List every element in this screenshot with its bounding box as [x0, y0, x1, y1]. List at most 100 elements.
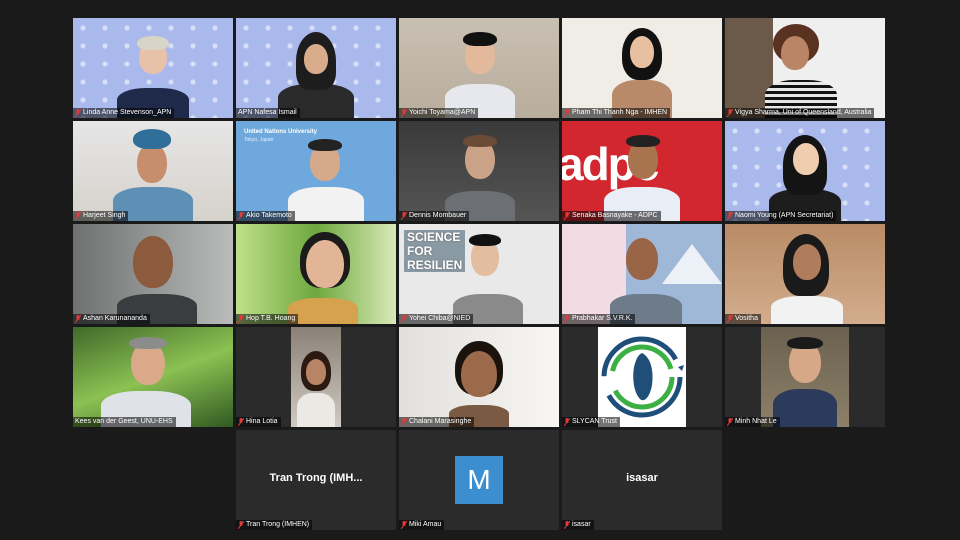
participant-name: Linda Anne Stevenson_APN — [83, 109, 172, 116]
participant-hair — [463, 32, 497, 46]
participant-name-label: Pham Thi Thanh Nga - IMHEN — [562, 108, 671, 118]
participant-name: Akio Takemoto — [246, 212, 292, 219]
participant-tile[interactable]: Pham Thi Thanh Nga - IMHEN — [562, 18, 722, 118]
muted-mic-icon — [564, 521, 570, 529]
participant-hair — [469, 234, 501, 246]
muted-mic-icon — [401, 212, 407, 220]
participant-name: Kees van der Geest, UNU-EHS — [75, 418, 173, 425]
participant-tile-video-off[interactable]: Tran Trong (IMH... Tran Trong (IMHEN) — [236, 430, 396, 530]
participant-name: Prabhakar S.V.R.K. — [572, 315, 633, 322]
profile-picture — [598, 327, 686, 427]
participant-name-label: Chalani Marasinghe — [399, 417, 475, 427]
participant-name-label: Naomi Young (APN Secretariat) — [725, 211, 837, 221]
participant-name: Vigya Sharma, Uni of Queensland, Austral… — [735, 109, 872, 116]
participant-tile[interactable]: Harjeet Singh — [73, 121, 233, 221]
video-feed — [291, 327, 341, 427]
participant-name: Yohei Chiba@NIED — [409, 315, 471, 322]
participant-tile[interactable]: Vigya Sharma, Uni of Queensland, Austral… — [725, 18, 885, 118]
participant-name-label: Hina Lotia — [236, 417, 281, 427]
participant-tile[interactable]: Linda Anne Stevenson_APN — [73, 18, 233, 118]
muted-mic-icon — [75, 109, 81, 117]
participant-name: Harjeet Singh — [83, 212, 126, 219]
participant-body — [288, 187, 364, 221]
participant-name: Tran Trong (IMHEN) — [246, 521, 310, 528]
muted-mic-icon — [238, 521, 244, 529]
muted-mic-icon — [401, 418, 407, 426]
participant-tile[interactable]: Yoichi Toyama@APN — [399, 18, 559, 118]
muted-mic-icon — [238, 212, 244, 220]
participant-name-label: Yoichi Toyama@APN — [399, 108, 479, 118]
muted-mic-icon — [564, 109, 570, 117]
participant-name: Vositha — [735, 315, 758, 322]
participant-name-label: Vigya Sharma, Uni of Queensland, Austral… — [725, 108, 875, 118]
background-title: United Nations University — [244, 129, 318, 135]
participant-tile[interactable]: Minh Nhat Le — [725, 327, 885, 427]
participant-display-name: isasar — [626, 472, 658, 484]
participant-name-label: Prabhakar S.V.R.K. — [562, 314, 636, 324]
participant-name: Hop T.B. Hoang — [246, 315, 296, 322]
participant-hair — [308, 139, 342, 151]
participant-name-label: Senaka Basnayake - ADPC — [562, 211, 661, 221]
participant-face — [626, 238, 658, 280]
participant-tile[interactable]: Dennis Mombauer — [399, 121, 559, 221]
participant-tile[interactable]: Kees van der Geest, UNU-EHS — [73, 327, 233, 427]
participant-tile[interactable]: Naomi Young (APN Secretariat) — [725, 121, 885, 221]
participant-name-label: Linda Anne Stevenson_APN — [73, 108, 175, 118]
muted-mic-icon — [564, 212, 570, 220]
participant-tile[interactable]: Hina Lotia — [236, 327, 396, 427]
participant-tile-active-speaker[interactable]: APN Nafesa Ismail — [236, 18, 396, 118]
participant-name: Naomi Young (APN Secretariat) — [735, 212, 834, 219]
muted-mic-icon — [727, 315, 733, 323]
participant-body — [771, 296, 843, 324]
participant-face — [630, 36, 654, 68]
participant-name-label: SLYCAN Trust — [562, 417, 620, 427]
banner-line: RESILIEN — [407, 258, 463, 272]
participant-name-label: Tran Trong (IMHEN) — [236, 520, 313, 530]
participant-tile-video-off[interactable]: isasar isasar — [562, 430, 722, 530]
participant-tile-video-off[interactable]: M Miki Amau — [399, 430, 559, 530]
video-gallery: Linda Anne Stevenson_APN APN Nafesa Isma… — [73, 18, 887, 532]
participant-name-label: Kees van der Geest, UNU-EHS — [73, 417, 176, 427]
participant-name: Senaka Basnayake - ADPC — [572, 212, 658, 219]
participant-name: Miki Amau — [409, 521, 442, 528]
muted-mic-icon — [564, 315, 570, 323]
participant-tile[interactable]: United Nations University Tokyo, Japan A… — [236, 121, 396, 221]
participant-tile[interactable]: Ashan Karunananda — [73, 224, 233, 324]
background-banner: SCIENCE FOR RESILIEN — [404, 230, 466, 272]
muted-mic-icon — [727, 212, 733, 220]
participant-hair — [463, 135, 497, 147]
participant-face — [793, 244, 821, 280]
avatar: M — [455, 456, 503, 504]
slycan-logo-icon — [601, 336, 684, 418]
banner-line: FOR — [407, 244, 433, 258]
participant-face — [793, 143, 819, 175]
muted-mic-icon — [75, 212, 81, 220]
participant-tile[interactable]: SLYCAN Trust — [562, 327, 722, 427]
participant-name-label: Akio Takemoto — [236, 211, 295, 221]
muted-mic-icon — [401, 315, 407, 323]
participant-name-label: isasar — [562, 520, 594, 530]
participant-tile[interactable]: adpc Senaka Basnayake - ADPC — [562, 121, 722, 221]
participant-name-label: Vositha — [725, 314, 761, 324]
participant-face — [304, 44, 328, 74]
muted-mic-icon — [75, 315, 81, 323]
participant-name: Ashan Karunananda — [83, 315, 147, 322]
participant-hair — [787, 337, 823, 349]
participant-tile[interactable]: SCIENCE FOR RESILIEN Yohei Chiba@NIED — [399, 224, 559, 324]
participant-display-name: Tran Trong (IMH... — [269, 472, 363, 484]
participant-tile[interactable]: Hop T.B. Hoang — [236, 224, 396, 324]
participant-tile[interactable]: Chalani Marasinghe — [399, 327, 559, 427]
participant-body — [288, 298, 358, 324]
participant-tile[interactable]: Vositha — [725, 224, 885, 324]
participant-name-label: Yohei Chiba@NIED — [399, 314, 474, 324]
participant-name-label: Miki Amau — [399, 520, 445, 530]
muted-mic-icon — [401, 521, 407, 529]
participant-face — [461, 351, 497, 397]
participant-name-label: Ashan Karunananda — [73, 314, 150, 324]
participant-turban — [133, 129, 171, 149]
participant-body — [773, 389, 837, 427]
participant-name-label: Hop T.B. Hoang — [236, 314, 299, 324]
muted-mic-icon — [238, 315, 244, 323]
participant-tile[interactable]: Prabhakar S.V.R.K. — [562, 224, 722, 324]
participant-face — [133, 236, 173, 288]
